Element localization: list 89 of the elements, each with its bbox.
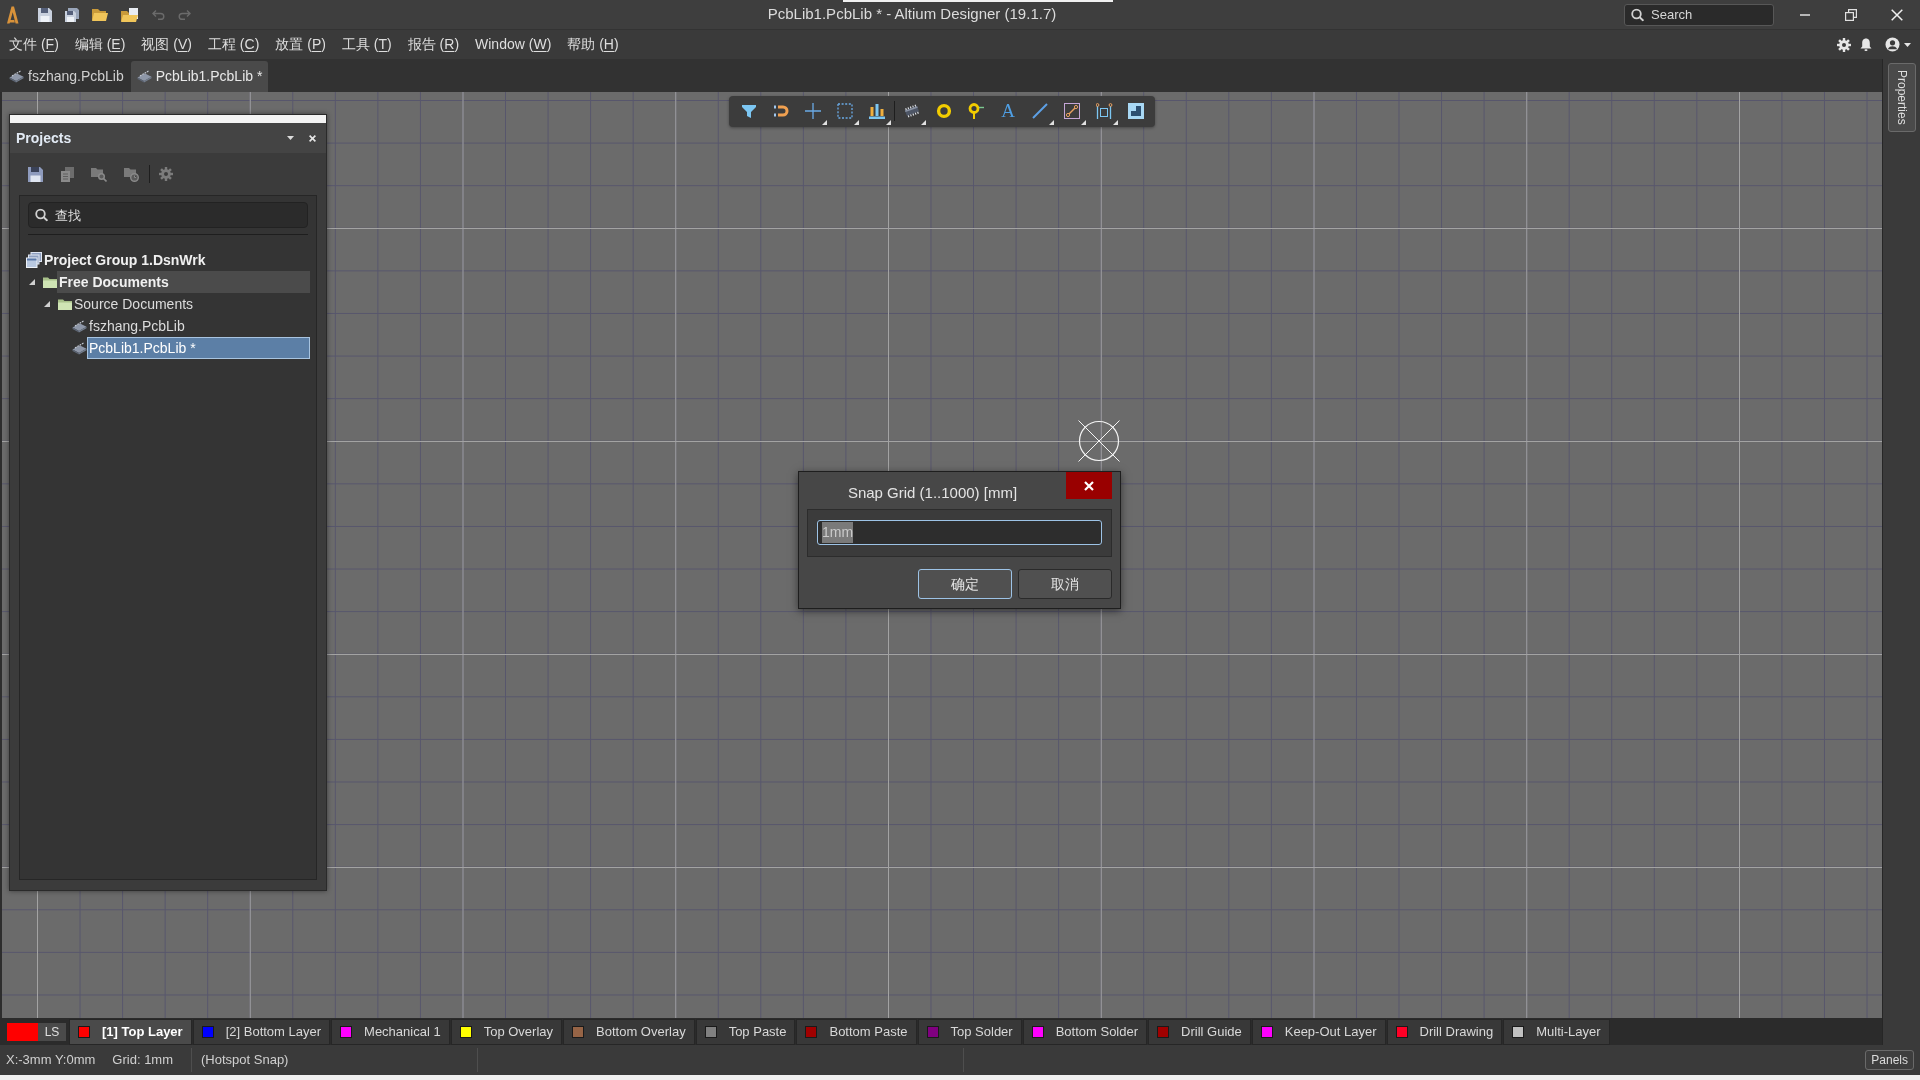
dashed-rectangle-icon[interactable] <box>837 103 859 125</box>
expand-arrow-icon[interactable] <box>44 301 50 307</box>
status-text: (Hotspot Snap) <box>201 1051 289 1070</box>
pcb-library-icon <box>136 70 152 83</box>
pcb-library-icon <box>72 341 87 355</box>
close-button[interactable] <box>1066 472 1112 499</box>
status-text: X:-3mm Y:0mm <box>6 1051 96 1070</box>
copy-documents-icon[interactable] <box>60 166 74 182</box>
restore-icon <box>1845 8 1857 21</box>
search-field[interactable]: 查找 <box>28 202 308 228</box>
close-icon <box>1084 480 1094 491</box>
menu-item[interactable]: 帮助 (H) <box>567 34 619 55</box>
close-icon[interactable] <box>309 134 316 142</box>
layer-tab[interactable]: Mechanical 1 <box>331 1019 450 1045</box>
search-icon <box>1631 8 1644 21</box>
layer-tab[interactable]: Drill Guide <box>1148 1019 1251 1045</box>
caret-icon[interactable] <box>287 136 294 140</box>
folder-document-icon[interactable] <box>121 7 139 22</box>
project-group-icon <box>26 252 42 268</box>
pcb-library-icon <box>9 70 24 83</box>
layer-tab[interactable]: Drill Drawing <box>1386 1019 1503 1045</box>
panels-button[interactable]: Panels <box>1865 1050 1914 1070</box>
folder-search-icon[interactable] <box>91 166 107 182</box>
expand-arrow-icon[interactable] <box>29 279 35 285</box>
status-text: Grid: 1mm <box>112 1051 173 1070</box>
pcb-library-icon <box>72 319 87 333</box>
tree-item[interactable]: PcbLib1.PcbLib * <box>87 337 310 359</box>
dialog-title: Snap Grid (1..1000) [mm] <box>846 483 1019 503</box>
layer-tab[interactable]: [1] Top Layer <box>69 1019 192 1045</box>
layer-tab[interactable]: Keep-Out Layer <box>1251 1019 1386 1045</box>
region-icon[interactable] <box>1128 103 1144 119</box>
folder-clock-icon[interactable] <box>123 166 139 182</box>
layer-set-button[interactable]: LS <box>38 1022 66 1041</box>
layer-tab[interactable]: Top Solder <box>917 1019 1022 1045</box>
text-tool-glyph[interactable]: A <box>1000 102 1016 120</box>
tree-item[interactable]: Source Documents <box>72 293 310 315</box>
menu-item[interactable]: Window (W) <box>475 34 552 55</box>
layer-tab[interactable]: Bottom Overlay <box>563 1019 695 1045</box>
save-all-icon[interactable] <box>65 7 79 22</box>
route-icon[interactable] <box>1064 103 1086 125</box>
search-icon <box>35 208 48 222</box>
ring-icon[interactable] <box>936 103 952 119</box>
layer-tab[interactable]: [2] Bottom Layer <box>192 1019 331 1045</box>
tree-item[interactable]: Project Group 1.DsnWrk <box>42 249 310 271</box>
folder-icon <box>43 276 57 288</box>
menu-item[interactable]: 放置 (P) <box>275 34 326 55</box>
layer-tab[interactable]: Multi-Layer <box>1503 1019 1610 1045</box>
menu-item[interactable]: 报告 (R) <box>407 34 460 55</box>
window-title: PcbLib1.PcbLib * - Altium Designer (19.1.7) <box>766 4 1058 25</box>
menu-item[interactable]: 工程 (C) <box>207 34 260 55</box>
folder-icon <box>58 298 72 310</box>
layer-tab[interactable]: Bottom Paste <box>796 1019 917 1045</box>
dimension-icon[interactable] <box>1096 103 1118 125</box>
user-icon[interactable] <box>1885 37 1900 52</box>
close-icon <box>1891 8 1903 21</box>
minimize-icon <box>1800 13 1810 16</box>
crosshair-icon[interactable] <box>805 103 827 125</box>
layer-tab[interactable]: Bottom Solder <box>1022 1019 1148 1045</box>
caret-icon[interactable] <box>1904 42 1911 47</box>
menu-item[interactable]: 编辑 (E) <box>74 34 126 55</box>
align-bars-icon[interactable] <box>869 103 891 125</box>
chip-icon[interactable] <box>904 103 926 125</box>
origin-marker-icon <box>1078 420 1120 462</box>
bell-icon[interactable] <box>1860 38 1872 51</box>
settings-icon[interactable] <box>1837 37 1851 52</box>
filter-icon[interactable] <box>741 103 757 119</box>
menu-item[interactable]: 视图 (V) <box>141 34 192 55</box>
save-icon[interactable] <box>27 166 43 182</box>
line-icon[interactable] <box>1032 103 1054 125</box>
document-tab[interactable]: PcbLib1.PcbLib * <box>130 61 269 92</box>
document-tab[interactable]: fszhang.PcbLib <box>3 61 130 92</box>
dialog-button[interactable]: 确定 <box>918 569 1012 599</box>
current-layer-swatch-icon[interactable] <box>7 1022 38 1041</box>
pcb-canvas[interactable]: A Projects 查找 Project Group 1.DsnWrk Free Documents Source Documents fszhang.PcbLib PcbLib1.PcbLib * Snap Grid (1..1000) [mm] 1mm 确定 取消 <box>2 92 1882 1018</box>
properties-tab[interactable]: Properties <box>1887 63 1916 132</box>
ring-pin-icon[interactable] <box>968 103 984 119</box>
layer-tab[interactable]: Top Overlay <box>450 1019 563 1045</box>
save-icon[interactable] <box>38 7 52 22</box>
tree-item[interactable]: Free Documents <box>57 271 310 293</box>
panel-title: Projects <box>16 128 72 148</box>
layer-tab[interactable]: Top Paste <box>695 1019 796 1045</box>
menu-item[interactable]: 文件 (F) <box>9 34 59 55</box>
dialog-button[interactable]: 取消 <box>1018 569 1112 599</box>
tree-item[interactable]: fszhang.PcbLib <box>87 315 310 337</box>
magnet-icon[interactable] <box>773 103 789 119</box>
search-field[interactable]: Search <box>1624 3 1774 26</box>
menu-item[interactable]: 工具 (T) <box>341 34 392 55</box>
app-logo-icon[interactable] <box>6 5 19 24</box>
folder-icon[interactable] <box>92 8 108 21</box>
